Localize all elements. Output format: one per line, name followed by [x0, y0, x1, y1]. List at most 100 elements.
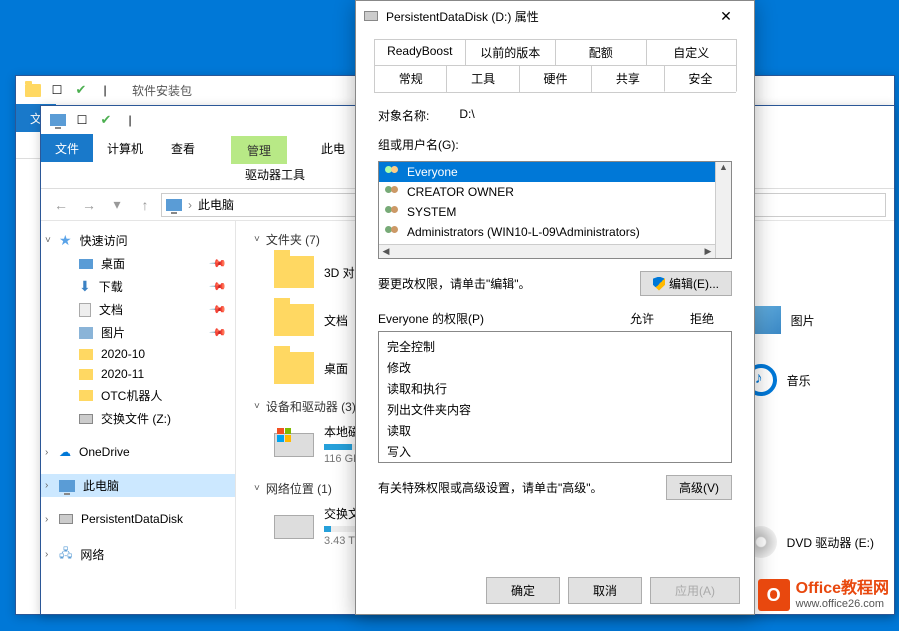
- watermark-title: Office教程网: [796, 580, 889, 598]
- object-label: 对象名称:: [378, 107, 429, 124]
- up-button[interactable]: ↑: [133, 193, 157, 217]
- music-folder[interactable]: 音乐: [745, 364, 874, 396]
- cancel-button[interactable]: 取消: [568, 577, 642, 604]
- sidebar-network[interactable]: ›🖧网络: [41, 541, 235, 568]
- perm-readexec[interactable]: 读取和执行: [387, 378, 723, 399]
- doc-icon: [79, 303, 91, 317]
- pictures-folder[interactable]: 图片: [745, 306, 874, 334]
- download-icon: ⬇: [79, 278, 91, 295]
- folder-icon: [274, 352, 314, 384]
- file-tab[interactable]: 文件: [41, 134, 93, 162]
- this-pc-short: 此电: [321, 140, 345, 157]
- groups-label: 组或用户名(G):: [368, 128, 742, 157]
- drive-icon: [59, 514, 73, 524]
- right-items: 图片 音乐 DVD 驱动器 (E:): [745, 306, 874, 558]
- group-admins[interactable]: Administrators (WIN10-L-09\Administrator…: [379, 222, 731, 242]
- sidebar-persistent[interactable]: ›PersistentDataDisk: [41, 509, 235, 529]
- sidebar-onedrive[interactable]: ›☁OneDrive: [41, 442, 235, 462]
- sidebar-thispc[interactable]: ›此电脑: [41, 474, 235, 497]
- sidebar-folder[interactable]: 2020-10: [41, 344, 235, 364]
- allow-header: 允许: [612, 310, 672, 327]
- sidebar-downloads[interactable]: ⬇下载📌: [41, 275, 235, 298]
- pin-icon: 📌: [209, 277, 228, 296]
- perm-list[interactable]: 列出文件夹内容: [387, 399, 723, 420]
- cloud-icon: ☁: [59, 445, 71, 459]
- sidebar-drive[interactable]: 交换文件 (Z:): [41, 407, 235, 430]
- close-button[interactable]: ✕: [706, 2, 746, 30]
- pin-icon: 📌: [209, 254, 228, 273]
- qat-divider: |: [119, 109, 141, 131]
- perm-write[interactable]: 写入: [387, 441, 723, 462]
- shield-icon: [653, 277, 665, 291]
- back-button[interactable]: ←: [49, 193, 73, 217]
- perm-read[interactable]: 读取: [387, 420, 723, 441]
- group-everyone[interactable]: Everyone: [379, 162, 731, 182]
- quick-access[interactable]: ˅★快速访问: [41, 229, 235, 252]
- folder-icon: [22, 79, 44, 101]
- qat-check[interactable]: ✔: [70, 79, 92, 101]
- qat-item[interactable]: ☐: [71, 109, 93, 131]
- folder-icon: [79, 390, 93, 401]
- address-text: 此电脑: [198, 196, 234, 213]
- tab-custom[interactable]: 自定义: [646, 39, 738, 65]
- ok-button[interactable]: 确定: [486, 577, 560, 604]
- tab-share[interactable]: 共享: [591, 65, 664, 92]
- pin-icon: 📌: [209, 300, 228, 319]
- edit-button[interactable]: 编辑(E)...: [640, 271, 732, 296]
- watermark-url: www.office26.com: [796, 598, 889, 610]
- tab-computer[interactable]: 计算机: [93, 134, 157, 162]
- driver-tools-tab[interactable]: 驱动器工具: [231, 160, 319, 188]
- sidebar-folder[interactable]: OTC机器人: [41, 384, 235, 407]
- perm-modify[interactable]: 修改: [387, 357, 723, 378]
- dvd-drive[interactable]: DVD 驱动器 (E:): [745, 526, 874, 558]
- tab-tools[interactable]: 工具: [446, 65, 519, 92]
- tab-quota[interactable]: 配额: [555, 39, 647, 65]
- advanced-button[interactable]: 高级(V): [666, 475, 732, 500]
- tab-strip: ReadyBoost 以前的版本 配额 自定义 常规 工具 硬件 共享 安全: [374, 39, 736, 93]
- drive-icon: [274, 433, 314, 457]
- group-system[interactable]: SYSTEM: [379, 202, 731, 222]
- star-icon: ★: [59, 232, 72, 249]
- tab-security[interactable]: 安全: [664, 65, 737, 92]
- pc-icon: [166, 199, 182, 211]
- tab-general[interactable]: 常规: [374, 65, 447, 92]
- sidebar: ˅★快速访问 桌面📌 ⬇下载📌 文档📌 图片📌 2020-10 2020-11 …: [41, 221, 236, 609]
- dropdown-history[interactable]: ▾: [105, 193, 129, 217]
- folder-icon: [274, 304, 314, 336]
- drive-icon: [79, 414, 93, 424]
- people-icon: [385, 226, 401, 238]
- perm-fullcontrol[interactable]: 完全控制: [387, 336, 723, 357]
- folder-icon: [79, 369, 93, 380]
- dialog-titlebar: PersistentDataDisk (D:) 属性 ✕: [356, 1, 754, 31]
- pin-icon: 📌: [209, 323, 228, 342]
- drive-icon: [364, 11, 378, 21]
- permissions-listbox[interactable]: 完全控制 修改 读取和执行 列出文件夹内容 读取 写入: [378, 331, 732, 463]
- edit-hint: 要更改权限，请单击"编辑"。: [378, 275, 531, 292]
- group-creator[interactable]: CREATOR OWNER: [379, 182, 731, 202]
- qat-divider: |: [94, 79, 116, 101]
- tab-previous[interactable]: 以前的版本: [465, 39, 557, 65]
- tab-view[interactable]: 查看: [157, 134, 209, 162]
- perm-label: Everyone 的权限(P): [378, 310, 612, 327]
- folder-icon: [79, 349, 93, 360]
- apply-button[interactable]: 应用(A): [650, 577, 740, 604]
- sidebar-pictures[interactable]: 图片📌: [41, 321, 235, 344]
- drive-icon: [274, 515, 314, 539]
- people-icon: [385, 186, 401, 198]
- watermark: O Office教程网 www.office26.com: [758, 579, 889, 611]
- qat-check[interactable]: ✔: [95, 109, 117, 131]
- qat-item[interactable]: ☐: [46, 79, 68, 101]
- sidebar-desktop[interactable]: 桌面📌: [41, 252, 235, 275]
- tab-hardware[interactable]: 硬件: [519, 65, 592, 92]
- watermark-logo: O: [758, 579, 790, 611]
- sidebar-documents[interactable]: 文档📌: [41, 298, 235, 321]
- desktop-icon: [79, 259, 93, 269]
- sidebar-folder[interactable]: 2020-11: [41, 364, 235, 384]
- forward-button[interactable]: →: [77, 193, 101, 217]
- vertical-scrollbar[interactable]: ▲: [715, 162, 731, 258]
- dialog-title: PersistentDataDisk (D:) 属性: [386, 8, 698, 25]
- deny-header: 拒绝: [672, 310, 732, 327]
- groups-listbox[interactable]: Everyone CREATOR OWNER SYSTEM Administra…: [378, 161, 732, 259]
- horizontal-scrollbar[interactable]: ◀▶: [379, 244, 715, 258]
- tab-readyboost[interactable]: ReadyBoost: [374, 39, 466, 65]
